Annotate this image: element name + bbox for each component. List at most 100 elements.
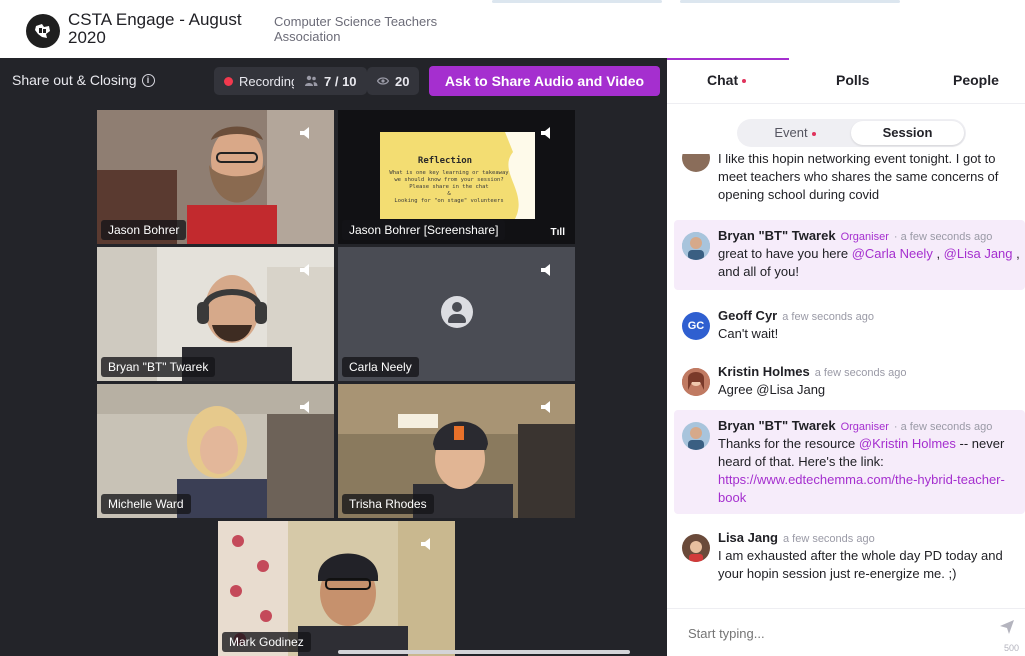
speaker-icon	[300, 264, 309, 276]
chat-message: Bryan "BT" Twarek Organiser · a few second…	[674, 410, 1025, 514]
speaker-icon	[541, 127, 550, 139]
tab-polls[interactable]: Polls	[836, 72, 869, 88]
participant-name: Jason Bohrer	[101, 220, 187, 240]
message-body: Lisa Jang a few seconds ago I am exhauste…	[718, 530, 1024, 583]
message-body: Geoff Cyr a few seconds ago Can't wait!	[718, 308, 1024, 343]
participant-name: Trisha Rhodes	[342, 494, 434, 514]
participant-name: Jason Bohrer [Screenshare]	[342, 220, 506, 240]
viewers-count: 20	[395, 73, 410, 89]
organiser-badge: Organiser	[840, 421, 889, 433]
speaker-icon	[421, 538, 430, 550]
video-tile-michelle-ward[interactable]: Michelle Ward	[97, 384, 334, 518]
message-text: Agree @Lisa Jang	[718, 382, 826, 397]
message-meta: Kristin Holmes a few seconds ago	[718, 364, 1024, 381]
text-segment: ,	[932, 246, 944, 261]
message-text: great to have you here @Carla Neely , @L…	[718, 245, 1024, 281]
video-tile-carla-neely[interactable]: Carla Neely	[338, 247, 575, 381]
shared-slide: Reflection What is one key learning or t…	[380, 132, 535, 219]
message-time: a few seconds ago	[782, 311, 874, 323]
attendees-count-pill[interactable]: 7 / 10	[294, 67, 367, 95]
chat-message: Lisa Jang a few seconds ago I am exhauste…	[674, 522, 1025, 588]
slide-body: What is one key learning or takeaway we …	[388, 170, 510, 205]
mention-link[interactable]: @Carla Neely	[852, 246, 933, 261]
organization-name[interactable]: Computer Science Teachers Association	[274, 14, 474, 44]
send-icon[interactable]	[999, 619, 1015, 635]
message-text: Thanks for the resource @Kristin Holmes …	[718, 435, 1024, 507]
avatar	[682, 232, 710, 260]
message-meta: Bryan "BT" Twarek Organiser · a few second…	[718, 228, 1024, 245]
info-icon[interactable]: i	[141, 73, 155, 87]
stage-toolbar: Share out & Closing i Recording 7 / 10 2…	[0, 58, 667, 104]
slide-line: &	[447, 191, 451, 197]
eye-icon	[377, 77, 389, 85]
home-indicator	[338, 650, 630, 654]
organiser-badge: Organiser	[840, 231, 889, 243]
session-title: Share out & Closing i	[12, 72, 155, 88]
unread-dot-icon	[742, 79, 747, 84]
message-time: · a few seconds ago	[893, 421, 993, 433]
message-time: a few seconds ago	[782, 533, 875, 545]
message-time: a few seconds ago	[814, 367, 907, 379]
people-icon	[305, 75, 318, 86]
recording-label: Recording	[239, 73, 299, 89]
participant-name: Bryan "BT" Twarek	[101, 357, 216, 377]
chat-message: I like this hopin networking event tonig…	[674, 154, 1025, 212]
message-text: I like this hopin networking event tonig…	[718, 154, 999, 202]
slide-line: we should know from your session?	[394, 177, 504, 183]
avatar	[682, 534, 710, 562]
video-tile-bryan-twarek[interactable]: Bryan "BT" Twarek	[97, 247, 334, 381]
message-author[interactable]: Lisa Jang	[718, 530, 778, 545]
video-tile-jason-bohrer[interactable]: Jason Bohrer	[97, 110, 334, 244]
message-body: Bryan "BT" Twarek Organiser · a few second…	[718, 228, 1024, 281]
message-author[interactable]: Bryan "BT" Twarek	[718, 418, 836, 433]
message-text: I am exhausted after the whole day PD to…	[718, 548, 1003, 581]
message-author[interactable]: Geoff Cyr	[718, 308, 777, 323]
event-title: CSTA Engage - August 2020	[68, 10, 242, 47]
mention-link[interactable]: @Kristin Holmes	[859, 436, 956, 451]
avatar	[682, 368, 710, 396]
slide-title: Reflection	[417, 156, 473, 166]
avatar	[682, 422, 710, 450]
toggle-event-label: Event	[774, 125, 808, 140]
viewers-count-pill[interactable]: 20	[367, 67, 420, 95]
slide-line: What is one key learning or takeaway	[389, 170, 509, 176]
chat-messages[interactable]: I like this hopin networking event tonig…	[667, 154, 1025, 600]
message-body: Bryan "BT" Twarek Organiser · a few second…	[718, 418, 1024, 507]
stage-area: Share out & Closing i Recording 7 / 10 2…	[0, 58, 667, 656]
message-meta: Bryan "BT" Twarek Organiser · a few second…	[718, 418, 1024, 435]
panel-tabs: Chat Polls People	[667, 58, 1025, 104]
participant-name: Carla Neely	[342, 357, 419, 377]
speaker-icon	[541, 264, 550, 276]
message-author[interactable]: Kristin Holmes	[718, 364, 810, 379]
speaker-icon	[541, 401, 550, 413]
video-tile-mark-godinez[interactable]: Mark Godinez	[218, 521, 455, 656]
message-author[interactable]: Bryan "BT" Twarek	[718, 228, 836, 243]
mention-link[interactable]: @Lisa Jang	[944, 246, 1013, 261]
message-meta: Lisa Jang a few seconds ago	[718, 530, 1024, 547]
csta-logo-icon[interactable]	[26, 14, 60, 48]
toggle-event[interactable]: Event	[739, 121, 851, 145]
chat-input[interactable]	[681, 619, 981, 647]
char-count: 500	[1003, 643, 1019, 653]
video-tile-trisha-rhodes[interactable]: Trisha Rhodes	[338, 384, 575, 518]
tab-people[interactable]: People	[953, 72, 999, 88]
slide-line: Looking for "on stage" volunteers	[394, 198, 504, 204]
active-tab-indicator	[667, 58, 789, 60]
ask-to-share-button[interactable]: Ask to Share Audio and Video	[429, 66, 660, 96]
unread-dot-icon	[811, 131, 816, 136]
tab-chat-label: Chat	[707, 72, 739, 88]
session-title-text: Share out & Closing	[12, 72, 137, 88]
chat-scope-toggle: Event Session	[737, 119, 966, 147]
avatar: GC	[682, 312, 710, 340]
speaker-icon	[300, 401, 309, 413]
resource-link[interactable]: https://www.edtechemma.com/the-hybrid-te…	[718, 472, 1005, 505]
chat-message: Bryan "BT" Twarek Organiser · a few second…	[674, 220, 1025, 290]
tab-chat[interactable]: Chat	[707, 72, 747, 88]
message-body: Kristin Holmes a few seconds ago Agree @L…	[718, 364, 1024, 399]
toggle-session[interactable]: Session	[851, 121, 964, 145]
avatar	[682, 154, 710, 172]
video-tile-screenshare[interactable]: Reflection What is one key learning or t…	[338, 110, 575, 244]
participant-name: Mark Godinez	[222, 632, 311, 652]
side-panel: Chat Polls People Event Session I like t…	[667, 58, 1025, 656]
recording-dot-icon	[224, 76, 233, 86]
